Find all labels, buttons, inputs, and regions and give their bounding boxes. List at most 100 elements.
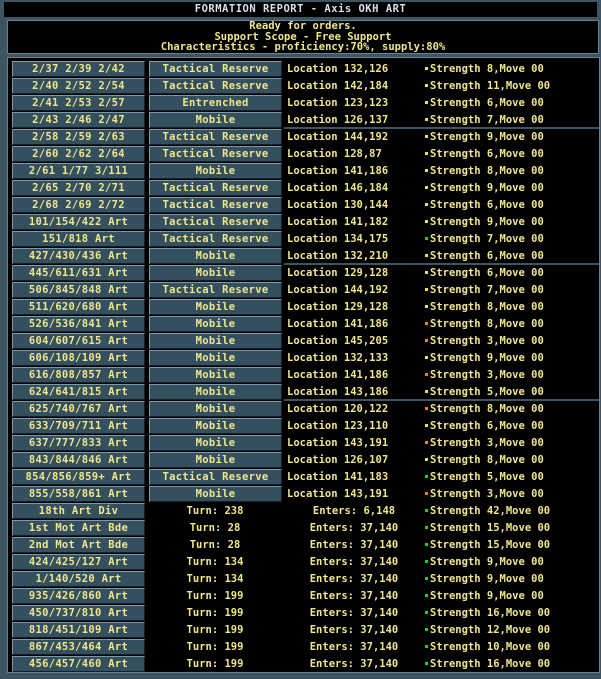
unit-row: 2/43 2/46 2/47 Mobile Location 126,137 Stre… <box>12 112 597 128</box>
unit-status-button[interactable]: Mobile <box>149 418 282 434</box>
unit-strength: Strength 9,Move 00 <box>430 182 544 194</box>
unit-location: Location 130,144 <box>287 199 389 211</box>
unit-name-button[interactable]: 151/818 Art <box>12 231 145 247</box>
unit-strength: Strength 5,Move 00 <box>430 471 544 483</box>
unit-location: Location 144,192 <box>287 284 389 296</box>
unit-location: Location 142,184 <box>287 80 389 92</box>
unit-name-button[interactable]: 1/140/520 Art <box>12 571 145 587</box>
unit-row: 606/108/109 Art Mobile Location 132,133 Str… <box>12 350 597 366</box>
arrival-turn: Turn: 134 <box>186 573 244 585</box>
unit-name-button[interactable]: 2/41 2/53 2/57 <box>12 95 145 111</box>
unit-strength: Strength 9,Move 00 <box>430 216 544 228</box>
unit-status-button[interactable]: Tactical Reserve <box>149 78 282 94</box>
unit-name-button[interactable]: 935/426/860 Art <box>12 588 145 604</box>
unit-row: 427/430/436 Art Mobile Location 132,210 Str… <box>12 248 597 264</box>
unit-status-button[interactable]: Mobile <box>149 112 282 128</box>
unit-name-button[interactable]: 2/68 2/69 2/72 <box>12 197 145 213</box>
reinforcement-row: 424/425/127 Art Turn: 134 Enters: 37,140 St… <box>12 554 597 570</box>
unit-status-button[interactable]: Entrenched <box>149 95 282 111</box>
unit-status-button[interactable]: Tactical Reserve <box>149 214 282 230</box>
arrival-turn: Turn: 199 <box>186 607 244 619</box>
unit-name-button[interactable]: 18th Art Div <box>12 503 145 519</box>
unit-status-button[interactable]: Mobile <box>149 401 282 417</box>
unit-name-button[interactable]: 637/777/833 Art <box>12 435 145 451</box>
unit-location: Location 144,192 <box>287 131 389 143</box>
unit-name-button[interactable]: 818/451/109 Art <box>12 622 145 638</box>
unit-name-button[interactable]: 633/709/711 Art <box>12 418 145 434</box>
arrival-turn: Turn: 134 <box>186 556 244 568</box>
unit-name-button[interactable]: 854/856/859+ Art <box>12 469 145 485</box>
reinforcement-row: 867/453/464 Art Turn: 199 Enters: 37,140 St… <box>12 639 597 655</box>
unit-name-button[interactable]: 445/611/631 Art <box>12 265 145 281</box>
unit-name-button[interactable]: 616/808/857 Art <box>12 367 145 383</box>
unit-name-button[interactable]: 450/737/810 Art <box>12 605 145 621</box>
unit-name-button[interactable]: 2/40 2/52 2/54 <box>12 78 145 94</box>
entry-location: Enters: 37,140 <box>309 641 399 653</box>
unit-name-button[interactable]: 604/607/615 Art <box>12 333 145 349</box>
strength-indicator-icon <box>425 322 428 325</box>
unit-name-button[interactable]: 843/844/846 Art <box>12 452 145 468</box>
unit-status-button[interactable]: Mobile <box>149 486 282 502</box>
unit-status-button[interactable]: Mobile <box>149 265 282 281</box>
unit-status-button[interactable]: Tactical Reserve <box>149 197 282 213</box>
unit-strength: Strength 16,Move 00 <box>430 607 551 619</box>
unit-name-button[interactable]: 2/58 2/59 2/63 <box>12 129 145 145</box>
unit-name-button[interactable]: 101/154/422 Art <box>12 214 145 230</box>
unit-strength: Strength 8,Move 00 <box>430 454 544 466</box>
window-title: FORMATION REPORT - Axis OKH ART <box>4 2 597 17</box>
unit-name-button[interactable]: 511/620/680 Art <box>12 299 145 315</box>
unit-name-button[interactable]: 2nd Mot Art Bde <box>12 537 145 553</box>
reinforcement-row: 450/737/810 Art Turn: 199 Enters: 37,140 St… <box>12 605 597 621</box>
unit-strength: Strength 3,Move 00 <box>430 335 544 347</box>
unit-status-button[interactable]: Mobile <box>149 333 282 349</box>
unit-status-button[interactable]: Mobile <box>149 452 282 468</box>
unit-name-button[interactable]: 2/60 2/62 2/64 <box>12 146 145 162</box>
unit-status-button[interactable]: Mobile <box>149 384 282 400</box>
unit-name-button[interactable]: 2/37 2/39 2/42 <box>12 61 145 77</box>
group-divider <box>284 127 599 129</box>
unit-name-button[interactable]: 456/457/460 Art <box>12 656 145 672</box>
unit-location: Location 143,186 <box>287 386 389 398</box>
unit-name-button[interactable]: 424/425/127 Art <box>12 554 145 570</box>
unit-name-button[interactable]: 624/641/815 Art <box>12 384 145 400</box>
unit-strength: Strength 8,Move 00 <box>430 165 544 177</box>
unit-name-button[interactable]: 606/108/109 Art <box>12 350 145 366</box>
unit-status-button[interactable]: Mobile <box>149 367 282 383</box>
unit-status-button[interactable]: Tactical Reserve <box>149 231 282 247</box>
unit-name-button[interactable]: 867/453/464 Art <box>12 639 145 655</box>
unit-name-button[interactable]: 506/845/848 Art <box>12 282 145 298</box>
unit-status-button[interactable]: Tactical Reserve <box>149 282 282 298</box>
strength-indicator-icon <box>425 509 428 512</box>
unit-name-button[interactable]: 855/558/861 Art <box>12 486 145 502</box>
unit-row: 843/844/846 Art Mobile Location 126,107 Str… <box>12 452 597 468</box>
strength-indicator-icon <box>425 645 428 648</box>
entry-location: Enters: 37,140 <box>309 590 399 602</box>
unit-location: Location 143,191 <box>287 488 389 500</box>
unit-name-button[interactable]: 2/61 1/77 3/111 <box>12 163 145 179</box>
unit-status-button[interactable]: Mobile <box>149 299 282 315</box>
entry-location: Enters: 37,140 <box>309 573 399 585</box>
strength-indicator-icon <box>425 373 428 376</box>
unit-name-button[interactable]: 2/43 2/46 2/47 <box>12 112 145 128</box>
unit-status-button[interactable]: Tactical Reserve <box>149 61 282 77</box>
unit-status-button[interactable]: Tactical Reserve <box>149 129 282 145</box>
unit-location: Location 143,191 <box>287 437 389 449</box>
group-divider <box>284 399 599 401</box>
unit-status-button[interactable]: Mobile <box>149 316 282 332</box>
unit-name-button[interactable]: 427/430/436 Art <box>12 248 145 264</box>
unit-name-button[interactable]: 2/65 2/70 2/71 <box>12 180 145 196</box>
unit-name-button[interactable]: 1st Mot Art Bde <box>12 520 145 536</box>
unit-status-button[interactable]: Tactical Reserve <box>149 469 282 485</box>
strength-indicator-icon <box>425 356 428 359</box>
unit-name-button[interactable]: 625/740/767 Art <box>12 401 145 417</box>
unit-status-button[interactable]: Tactical Reserve <box>149 146 282 162</box>
unit-row: 625/740/767 Art Mobile Location 120,122 Str… <box>12 401 597 417</box>
unit-name-button[interactable]: 526/536/841 Art <box>12 316 145 332</box>
unit-status-button[interactable]: Mobile <box>149 435 282 451</box>
unit-status-button[interactable]: Mobile <box>149 350 282 366</box>
entry-location: Enters: 6,148 <box>312 505 396 517</box>
strength-indicator-icon <box>425 271 428 274</box>
unit-status-button[interactable]: Mobile <box>149 248 282 264</box>
unit-status-button[interactable]: Tactical Reserve <box>149 180 282 196</box>
unit-status-button[interactable]: Mobile <box>149 163 282 179</box>
